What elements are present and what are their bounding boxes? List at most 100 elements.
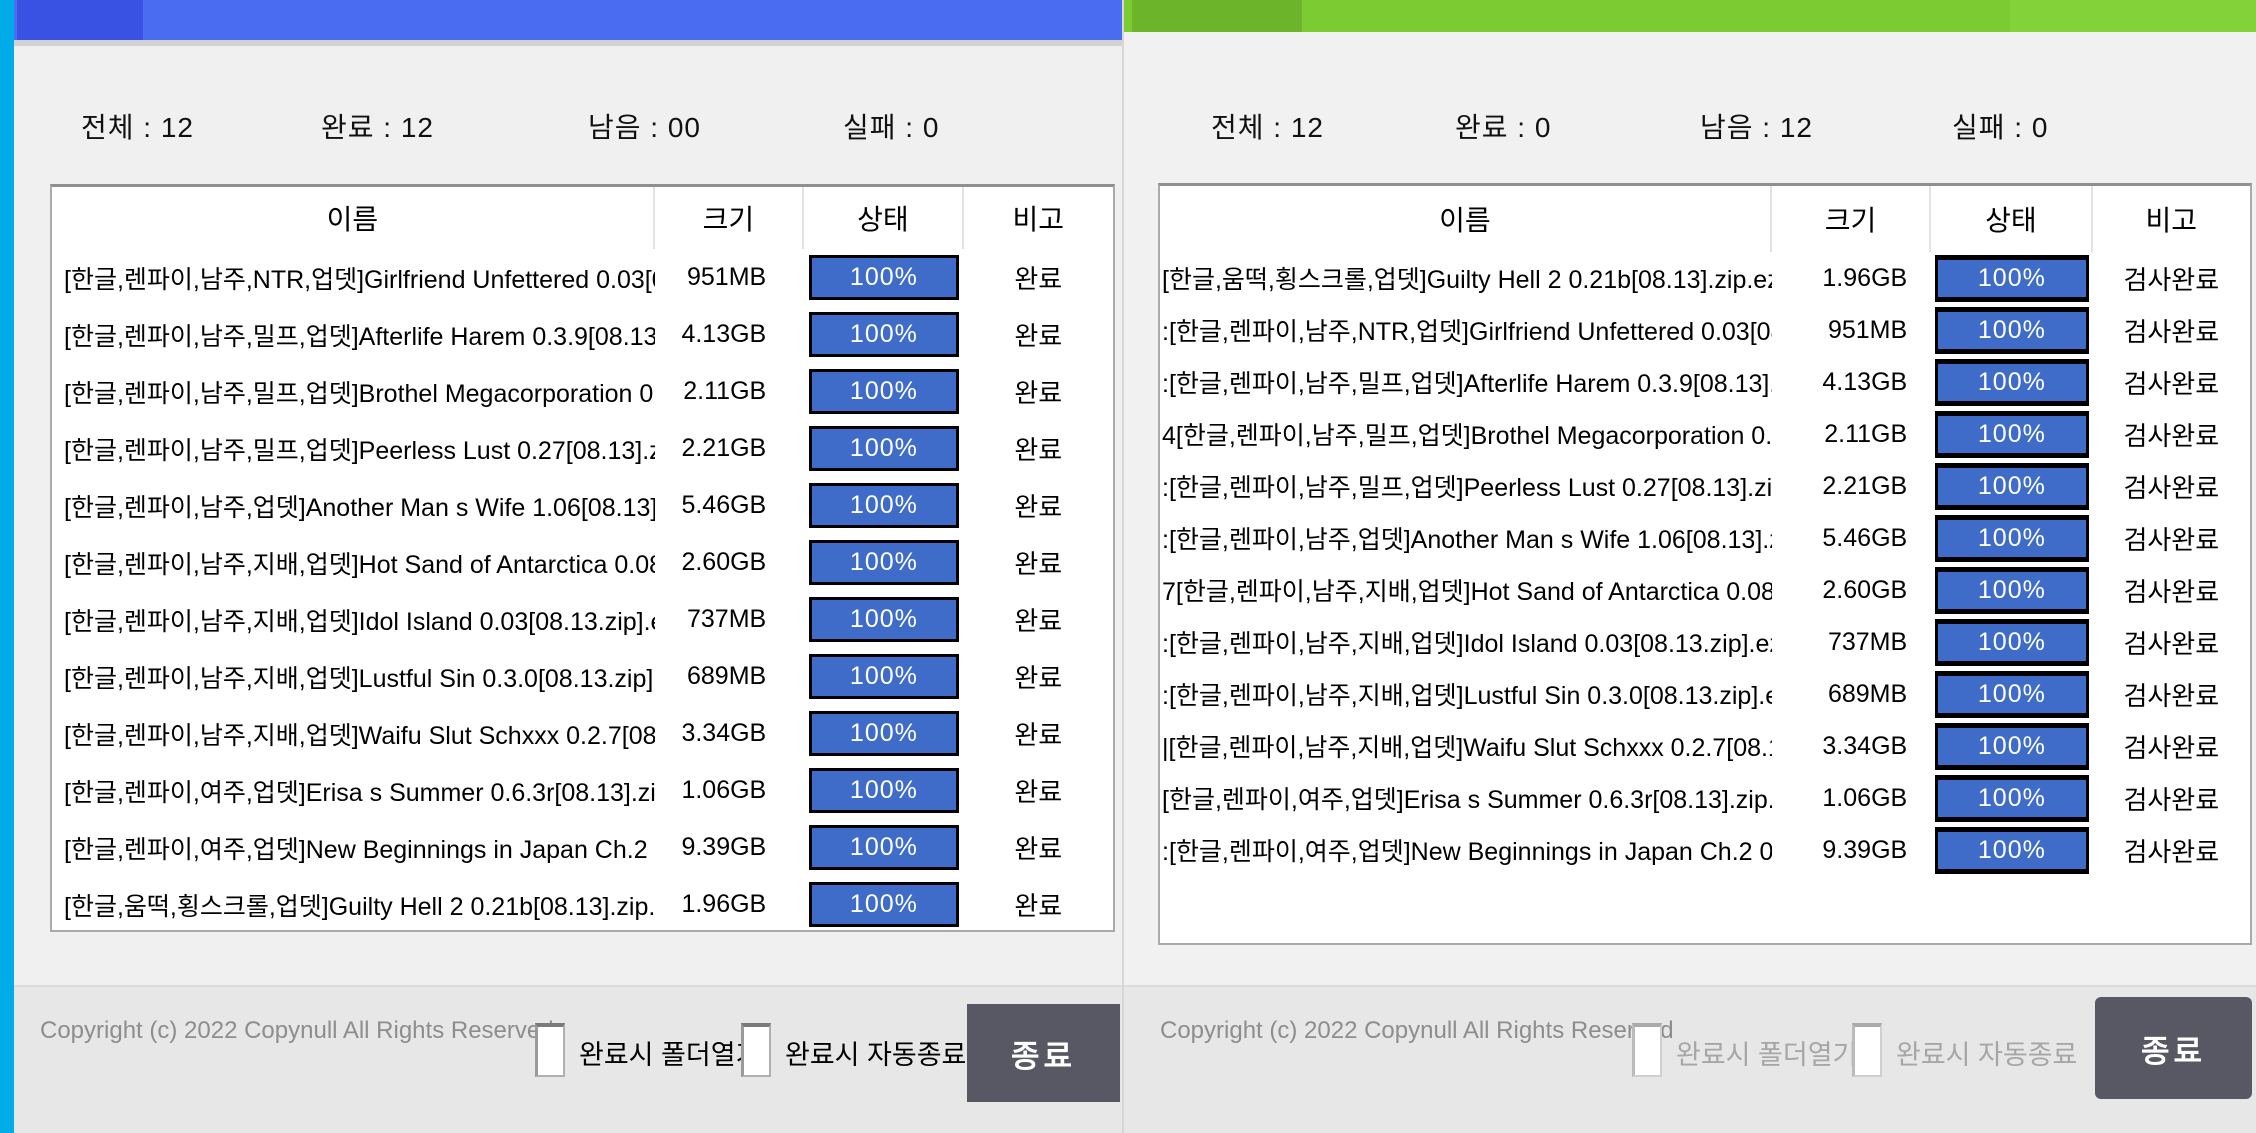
status-note: 완료: [964, 772, 1113, 809]
table-row[interactable]: :[한글,렌파이,여주,업뎃]New Beginnings in Japan C…: [1160, 824, 2250, 876]
auto-exit-checkbox[interactable]: [741, 1023, 771, 1077]
table-row[interactable]: :[한글,렌파이,남주,밀프,업뎃]Peerless Lust 0.27[08.…: [1160, 460, 2250, 512]
table-row[interactable]: [한글,렌파이,남주,지배,업뎃]Hot Sand of Antarctica …: [52, 534, 1113, 591]
status-note: 완료: [964, 544, 1113, 581]
stat-failed: 실패 : 0: [1952, 106, 2048, 146]
file-size: 2.21GB: [655, 434, 805, 463]
table-row[interactable]: [한글,렌파이,남주,지배,업뎃]Lustful Sin 0.3.0[08.13…: [52, 648, 1113, 705]
file-name: [한글,렌파이,여주,업뎃]Erisa s Summer 0.6.3r[08.1…: [52, 773, 655, 809]
status-note: 검사완료: [2093, 416, 2250, 453]
column-header-name[interactable]: 이름: [52, 187, 655, 249]
file-size: 2.60GB: [655, 548, 805, 577]
table-row[interactable]: [한글,움떡,횡스크롤,업뎃]Guilty Hell 2 0.21b[08.13…: [1160, 252, 2250, 304]
progress-label: 100%: [850, 776, 918, 805]
file-name: :[한글,렌파이,남주,업뎃]Another Man s Wife 1.06[0…: [1160, 520, 1772, 556]
progress-bar: 100%: [809, 540, 959, 585]
file-size: 9.39GB: [655, 833, 805, 862]
status-note: 검사완료: [2093, 780, 2250, 817]
progress-cell: 100%: [804, 882, 963, 927]
download-table: 이름 크기 상태 비고 [한글,움떡,횡스크롤,업뎃]Guilty Hell 2…: [1158, 183, 2252, 945]
progress-label: 100%: [1978, 524, 2046, 553]
column-header-name[interactable]: 이름: [1160, 186, 1772, 252]
file-size: 5.46GB: [655, 491, 805, 520]
table-row[interactable]: |[한글,렌파이,남주,지배,업뎃]Waifu Slut Schxxx 0.2.…: [1160, 720, 2250, 772]
table-row[interactable]: [한글,렌파이,남주,밀프,업뎃]Afterlife Harem 0.3.9[0…: [52, 306, 1113, 363]
table-row[interactable]: :[한글,렌파이,남주,NTR,업뎃]Girlfriend Unfettered…: [1160, 304, 2250, 356]
progress-bar: 100%: [1935, 307, 2089, 354]
column-header-size[interactable]: 크기: [1772, 186, 1931, 252]
titlebar-left[interactable]: [14, 0, 1122, 40]
progress-cell: 100%: [804, 825, 963, 870]
status-note: 완료: [964, 601, 1113, 638]
file-name: [한글,렌파이,남주,업뎃]Another Man s Wife 1.06[08…: [52, 488, 655, 524]
table-row[interactable]: :[한글,렌파이,남주,업뎃]Another Man s Wife 1.06[0…: [1160, 512, 2250, 564]
table-row[interactable]: 7[한글,렌파이,남주,지배,업뎃]Hot Sand of Antarctica…: [1160, 564, 2250, 616]
status-note: 완료: [964, 715, 1113, 752]
table-row[interactable]: [한글,렌파이,여주,업뎃]Erisa s Summer 0.6.3r[08.1…: [52, 762, 1113, 819]
file-name: [한글,렌파이,남주,밀프,업뎃]Brothel Megacorporation…: [52, 374, 655, 410]
file-size: 737MB: [1772, 628, 1931, 657]
progress-bar: 100%: [1935, 671, 2089, 718]
stat-done: 완료 : 0: [1455, 106, 1551, 146]
progress-label: 100%: [850, 320, 918, 349]
progress-label: 100%: [850, 890, 918, 919]
progress-bar: 100%: [809, 597, 959, 642]
progress-cell: 100%: [804, 426, 963, 471]
table-row[interactable]: [한글,움떡,횡스크롤,업뎃]Guilty Hell 2 0.21b[08.13…: [52, 876, 1113, 933]
file-name: [한글,렌파이,남주,지배,업뎃]Hot Sand of Antarctica …: [52, 545, 655, 581]
progress-bar: 100%: [809, 825, 959, 870]
titlebar-accent-segment: [1132, 0, 1302, 32]
table-row[interactable]: [한글,렌파이,여주,업뎃]Erisa s Summer 0.6.3r[08.1…: [1160, 772, 2250, 824]
column-header-status[interactable]: 상태: [804, 187, 963, 249]
file-size: 1.06GB: [655, 776, 805, 805]
progress-bar: 100%: [1935, 723, 2089, 770]
progress-cell: 100%: [804, 483, 963, 528]
file-size: 1.96GB: [655, 890, 805, 919]
progress-cell: 100%: [1931, 255, 2092, 302]
exit-button[interactable]: 종료: [2095, 997, 2252, 1099]
status-note: 완료: [964, 316, 1113, 353]
status-note: 검사완료: [2093, 520, 2250, 557]
open-folder-checkbox[interactable]: [535, 1023, 565, 1077]
table-row[interactable]: [한글,렌파이,여주,업뎃]New Beginnings in Japan Ch…: [52, 819, 1113, 876]
download-window-verify: 전체 : 12 완료 : 0 남음 : 12 실패 : 0 이름 크기 상태 비…: [1122, 0, 2256, 1133]
table-row[interactable]: 4[한글,렌파이,남주,밀프,업뎃]Brothel Megacorporatio…: [1160, 408, 2250, 460]
progress-cell: 100%: [1931, 307, 2092, 354]
auto-exit-checkbox-disabled: [1852, 1023, 1882, 1077]
copyright-text: Copyright (c) 2022 Copynull All Rights R…: [1160, 1017, 1674, 1045]
stat-remaining: 남음 : 00: [588, 106, 701, 146]
copyright-text: Copyright (c) 2022 Copynull All Rights R…: [40, 1017, 554, 1045]
column-header-note[interactable]: 비고: [2093, 186, 2250, 252]
table-row[interactable]: [한글,렌파이,남주,지배,업뎃]Waifu Slut Schxxx 0.2.7…: [52, 705, 1113, 762]
table-row[interactable]: [한글,렌파이,남주,NTR,업뎃]Girlfriend Unfettered …: [52, 249, 1113, 306]
progress-cell: 100%: [1931, 359, 2092, 406]
table-row[interactable]: [한글,렌파이,남주,지배,업뎃]Idol Island 0.03[08.13.…: [52, 591, 1113, 648]
table-row[interactable]: :[한글,렌파이,남주,밀프,업뎃]Afterlife Harem 0.3.9[…: [1160, 356, 2250, 408]
exit-button[interactable]: 종료: [967, 1004, 1120, 1102]
progress-label: 100%: [1978, 680, 2046, 709]
status-note: 완료: [964, 487, 1113, 524]
status-note: 완료: [964, 658, 1113, 695]
progress-label: 100%: [1978, 576, 2046, 605]
progress-cell: 100%: [804, 597, 963, 642]
table-row[interactable]: :[한글,렌파이,남주,지배,업뎃]Lustful Sin 0.3.0[08.1…: [1160, 668, 2250, 720]
column-header-note[interactable]: 비고: [964, 187, 1113, 249]
progress-cell: 100%: [804, 369, 963, 414]
titlebar-right[interactable]: [1124, 0, 2256, 32]
file-name: :[한글,렌파이,남주,밀프,업뎃]Peerless Lust 0.27[08.…: [1160, 468, 1772, 504]
auto-exit-checkbox-label: 완료시 자동종료: [785, 1033, 966, 1072]
column-header-status[interactable]: 상태: [1931, 186, 2092, 252]
table-row[interactable]: [한글,렌파이,남주,밀프,업뎃]Brothel Megacorporation…: [52, 363, 1113, 420]
table-header-row: 이름 크기 상태 비고: [1160, 186, 2250, 252]
table-row[interactable]: :[한글,렌파이,남주,지배,업뎃]Idol Island 0.03[08.13…: [1160, 616, 2250, 668]
stat-failed: 실패 : 0: [843, 106, 939, 146]
download-window-completed: 전체 : 12 완료 : 12 남음 : 00 실패 : 0 이름 크기 상태 …: [14, 0, 1122, 1133]
status-note: 검사완료: [2093, 832, 2250, 869]
column-header-size[interactable]: 크기: [655, 187, 804, 249]
table-row[interactable]: [한글,렌파이,남주,업뎃]Another Man s Wife 1.06[08…: [52, 477, 1113, 534]
file-size: 1.06GB: [1772, 784, 1931, 813]
screen: 전체 : 12 완료 : 12 남음 : 00 실패 : 0 이름 크기 상태 …: [0, 0, 2256, 1133]
table-body: [한글,움떡,횡스크롤,업뎃]Guilty Hell 2 0.21b[08.13…: [1160, 252, 2250, 876]
table-row[interactable]: [한글,렌파이,남주,밀프,업뎃]Peerless Lust 0.27[08.1…: [52, 420, 1113, 477]
progress-bar: 100%: [809, 369, 959, 414]
